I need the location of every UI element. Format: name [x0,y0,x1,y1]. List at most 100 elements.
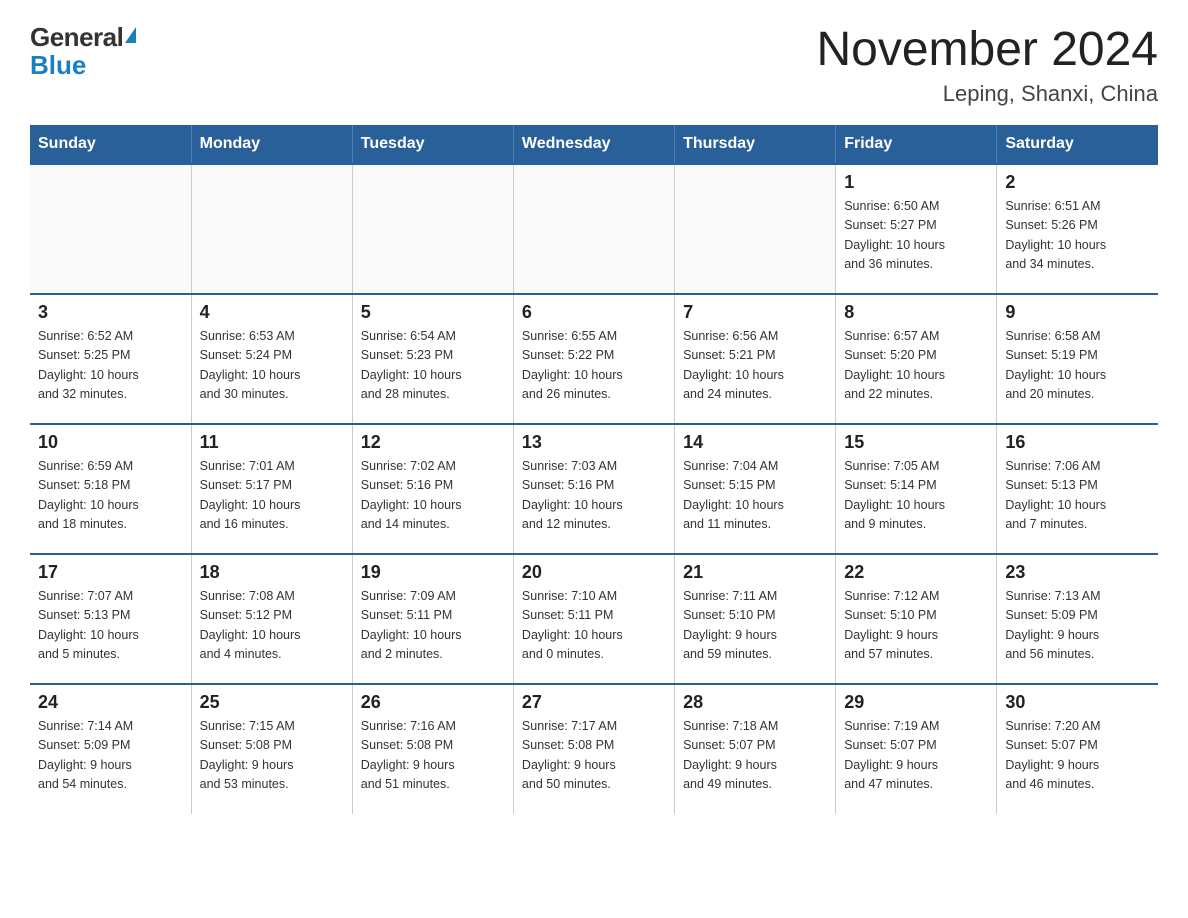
day-number: 9 [1005,302,1150,323]
calendar-week-row: 24Sunrise: 7:14 AM Sunset: 5:09 PM Dayli… [30,684,1158,814]
day-info: Sunrise: 6:52 AM Sunset: 5:25 PM Dayligh… [38,327,183,405]
day-number: 26 [361,692,505,713]
calendar-cell: 16 Sunrise: 7:06 AM Sunset: 5:13 PM Dayli… [997,424,1158,554]
header: General Blue November 2024 Leping, Shanx… [30,24,1158,107]
day-info: Sunrise: 7:07 AM Sunset: 5:13 PM Dayligh… [38,587,183,665]
calendar-cell: 5 Sunrise: 6:54 AM Sunset: 5:23 PM Daylig… [352,294,513,424]
day-number: 21 [683,562,827,583]
day-info: Sunrise: 7:04 AM Sunset: 5:15 PM Dayligh… [683,457,827,535]
calendar-cell [513,164,674,294]
logo-general-text: General [30,24,123,50]
calendar-week-row: 3 Sunrise: 6:52 AM Sunset: 5:25 PM Daylig… [30,294,1158,424]
calendar-cell: 6Sunrise: 6:55 AM Sunset: 5:22 PM Daylig… [513,294,674,424]
calendar-cell: 8 Sunrise: 6:57 AM Sunset: 5:20 PM Daylig… [836,294,997,424]
day-info: Sunrise: 7:02 AM Sunset: 5:16 PM Dayligh… [361,457,505,535]
calendar-cell: 13 Sunrise: 7:03 AM Sunset: 5:16 PM Dayli… [513,424,674,554]
day-info: Sunrise: 6:51 AM Sunset: 5:26 PM Dayligh… [1005,197,1150,275]
calendar-title: November 2024 [816,24,1158,77]
logo-triangle-icon [125,27,136,43]
day-number: 16 [1005,432,1150,453]
calendar-cell: 14 Sunrise: 7:04 AM Sunset: 5:15 PM Dayli… [675,424,836,554]
calendar-cell: 11 Sunrise: 7:01 AM Sunset: 5:17 PM Dayli… [191,424,352,554]
weekday-header-saturday: Saturday [997,125,1158,164]
day-number: 27 [522,692,666,713]
day-number: 1 [844,172,988,193]
day-number: 10 [38,432,183,453]
calendar-cell: 29 Sunrise: 7:19 AM Sunset: 5:07 PM Dayli… [836,684,997,814]
weekday-header-monday: Monday [191,125,352,164]
day-number: 19 [361,562,505,583]
day-info: Sunrise: 7:19 AM Sunset: 5:07 PM Dayligh… [844,717,988,795]
day-number: 12 [361,432,505,453]
day-info: Sunrise: 7:01 AM Sunset: 5:17 PM Dayligh… [200,457,344,535]
weekday-header-sunday: Sunday [30,125,191,164]
day-number: 20 [522,562,666,583]
day-number: 13 [522,432,666,453]
day-number: 6 [522,302,666,323]
day-number: 5 [361,302,505,323]
calendar-cell: 15 Sunrise: 7:05 AM Sunset: 5:14 PM Dayli… [836,424,997,554]
day-info: Sunrise: 6:57 AM Sunset: 5:20 PM Dayligh… [844,327,988,405]
day-number: 22 [844,562,988,583]
day-info: Sunrise: 7:15 AM Sunset: 5:08 PM Dayligh… [200,717,344,795]
calendar-cell: 4 Sunrise: 6:53 AM Sunset: 5:24 PM Daylig… [191,294,352,424]
day-info: Sunrise: 7:03 AM Sunset: 5:16 PM Dayligh… [522,457,666,535]
day-info: Sunrise: 6:54 AM Sunset: 5:23 PM Dayligh… [361,327,505,405]
day-info: Sunrise: 6:58 AM Sunset: 5:19 PM Dayligh… [1005,327,1150,405]
day-info: Sunrise: 7:11 AM Sunset: 5:10 PM Dayligh… [683,587,827,665]
calendar-cell: 22 Sunrise: 7:12 AM Sunset: 5:10 PM Dayli… [836,554,997,684]
weekday-header-tuesday: Tuesday [352,125,513,164]
calendar-cell [675,164,836,294]
day-info: Sunrise: 7:12 AM Sunset: 5:10 PM Dayligh… [844,587,988,665]
calendar-cell: 26Sunrise: 7:16 AM Sunset: 5:08 PM Dayli… [352,684,513,814]
day-info: Sunrise: 7:05 AM Sunset: 5:14 PM Dayligh… [844,457,988,535]
day-number: 15 [844,432,988,453]
day-info: Sunrise: 6:59 AM Sunset: 5:18 PM Dayligh… [38,457,183,535]
calendar-cell: 30 Sunrise: 7:20 AM Sunset: 5:07 PM Dayli… [997,684,1158,814]
day-info: Sunrise: 7:08 AM Sunset: 5:12 PM Dayligh… [200,587,344,665]
day-number: 14 [683,432,827,453]
calendar-cell: 1 Sunrise: 6:50 AM Sunset: 5:27 PM Daylig… [836,164,997,294]
calendar-cell: 23Sunrise: 7:13 AM Sunset: 5:09 PM Dayli… [997,554,1158,684]
day-info: Sunrise: 7:18 AM Sunset: 5:07 PM Dayligh… [683,717,827,795]
weekday-header-friday: Friday [836,125,997,164]
day-info: Sunrise: 7:06 AM Sunset: 5:13 PM Dayligh… [1005,457,1150,535]
calendar-cell: 17 Sunrise: 7:07 AM Sunset: 5:13 PM Dayli… [30,554,191,684]
day-info: Sunrise: 7:09 AM Sunset: 5:11 PM Dayligh… [361,587,505,665]
day-info: Sunrise: 7:10 AM Sunset: 5:11 PM Dayligh… [522,587,666,665]
day-number: 8 [844,302,988,323]
day-info: Sunrise: 6:53 AM Sunset: 5:24 PM Dayligh… [200,327,344,405]
calendar-week-row: 17 Sunrise: 7:07 AM Sunset: 5:13 PM Dayli… [30,554,1158,684]
day-number: 11 [200,432,344,453]
day-number: 29 [844,692,988,713]
day-number: 25 [200,692,344,713]
day-info: Sunrise: 7:17 AM Sunset: 5:08 PM Dayligh… [522,717,666,795]
calendar-cell: 28 Sunrise: 7:18 AM Sunset: 5:07 PM Dayli… [675,684,836,814]
calendar-cell: 2 Sunrise: 6:51 AM Sunset: 5:26 PM Daylig… [997,164,1158,294]
day-info: Sunrise: 6:50 AM Sunset: 5:27 PM Dayligh… [844,197,988,275]
day-number: 24 [38,692,183,713]
day-number: 17 [38,562,183,583]
calendar-cell: 9 Sunrise: 6:58 AM Sunset: 5:19 PM Daylig… [997,294,1158,424]
calendar-cell: 10 Sunrise: 6:59 AM Sunset: 5:18 PM Dayli… [30,424,191,554]
calendar-cell [191,164,352,294]
day-number: 28 [683,692,827,713]
calendar-cell: 7Sunrise: 6:56 AM Sunset: 5:21 PM Daylig… [675,294,836,424]
calendar-table: SundayMondayTuesdayWednesdayThursdayFrid… [30,125,1158,814]
day-number: 2 [1005,172,1150,193]
day-info: Sunrise: 7:20 AM Sunset: 5:07 PM Dayligh… [1005,717,1150,795]
calendar-cell: 19 Sunrise: 7:09 AM Sunset: 5:11 PM Dayli… [352,554,513,684]
day-number: 18 [200,562,344,583]
day-number: 30 [1005,692,1150,713]
calendar-cell: 18 Sunrise: 7:08 AM Sunset: 5:12 PM Dayli… [191,554,352,684]
calendar-cell [352,164,513,294]
logo-blue-text: Blue [30,52,86,78]
day-info: Sunrise: 6:56 AM Sunset: 5:21 PM Dayligh… [683,327,827,405]
weekday-header-thursday: Thursday [675,125,836,164]
title-area: November 2024 Leping, Shanxi, China [816,24,1158,107]
day-number: 3 [38,302,183,323]
weekday-header-wednesday: Wednesday [513,125,674,164]
calendar-cell [30,164,191,294]
day-number: 4 [200,302,344,323]
calendar-cell: 20 Sunrise: 7:10 AM Sunset: 5:11 PM Dayli… [513,554,674,684]
